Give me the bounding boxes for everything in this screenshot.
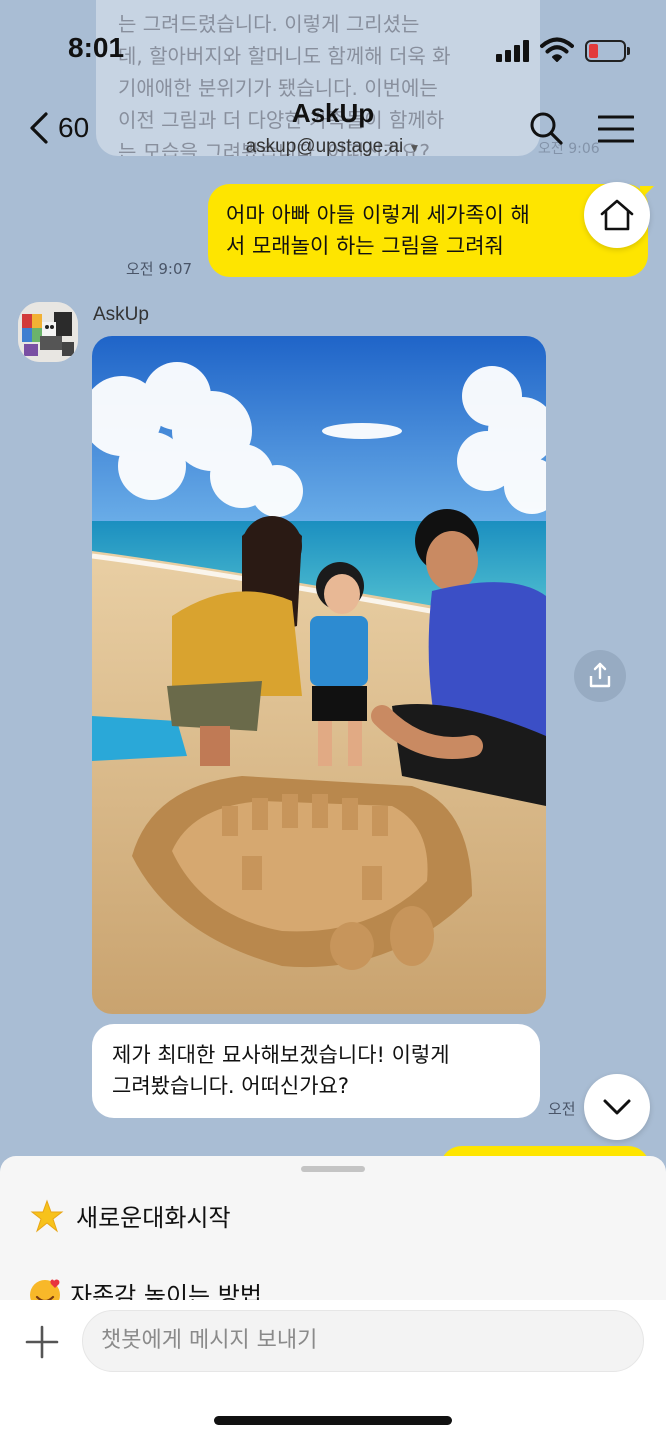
- scroll-down-button[interactable]: [584, 1074, 650, 1140]
- bot-name: AskUp: [93, 304, 149, 325]
- chat-title: AskUp: [291, 98, 375, 128]
- star-icon: [30, 1199, 64, 1233]
- status-time: 8:01: [68, 32, 125, 63]
- search-icon[interactable]: [528, 110, 564, 146]
- message-input-bar: 챗봇에게 메시지 보내기: [0, 1300, 666, 1440]
- menu-icon[interactable]: [597, 114, 635, 144]
- generated-image[interactable]: [92, 336, 546, 1014]
- bot-message-bubble[interactable]: 제가 최대한 묘사해보겠습니다! 이렇게 그려봤습니다. 어떠신가요?: [92, 1024, 540, 1118]
- home-button[interactable]: [584, 182, 650, 248]
- message-input[interactable]: 챗봇에게 메시지 보내기: [82, 1310, 644, 1372]
- sheet-grabber[interactable]: [301, 1166, 365, 1172]
- share-icon: [589, 662, 611, 688]
- previous-message-line: 데, 할아버지와 할머니도 함께해 더욱 화: [118, 44, 451, 68]
- bot-avatar[interactable]: [18, 302, 78, 362]
- quick-reply-sheet: 새로운대화시작 자존감 높이는 방법: [0, 1156, 666, 1306]
- user-message-time: 오전 9:07: [126, 260, 193, 278]
- battery-icon: [585, 40, 631, 64]
- user-message-line: 어마 아빠 아들 이렇게 세가족이 해: [226, 203, 530, 227]
- chevron-down-icon: [603, 1099, 631, 1115]
- home-icon: [600, 199, 634, 231]
- chat-subtitle[interactable]: askup@upstage.ai ▼: [0, 136, 666, 158]
- cellular-signal-icon: [496, 40, 532, 62]
- user-message-line: 서 모래놀이 하는 그림을 그려줘: [226, 234, 504, 258]
- share-button[interactable]: [574, 650, 626, 702]
- caret-down-icon: ▼: [408, 141, 421, 155]
- user-message-bubble[interactable]: 어마 아빠 아들 이렇게 세가족이 해 서 모래놀이 하는 그림을 그려줘: [208, 184, 654, 277]
- home-indicator[interactable]: [214, 1416, 452, 1425]
- bot-message-time: 오전: [548, 1100, 576, 1118]
- add-attachment-button[interactable]: [24, 1324, 60, 1360]
- chat-subtitle-text: askup@upstage.ai: [245, 136, 404, 157]
- wifi-icon: [540, 36, 574, 64]
- previous-message-line: 는 그려드렸습니다. 이렇게 그리셨는: [118, 12, 420, 36]
- bot-message-line: 그려봤습니다. 어떠신가요?: [112, 1074, 350, 1098]
- plus-icon: [25, 1325, 59, 1359]
- quick-reply-label: 새로운대화시작: [76, 1204, 231, 1232]
- quick-reply-new-chat[interactable]: 새로운대화시작: [30, 1198, 231, 1233]
- bot-message-line: 제가 최대한 묘사해보겠습니다! 이렇게: [112, 1043, 450, 1067]
- previous-bot-message: 는 그려드렸습니다. 이렇게 그리셨는 데, 할아버지와 할머니도 함께해 더욱…: [96, 0, 540, 156]
